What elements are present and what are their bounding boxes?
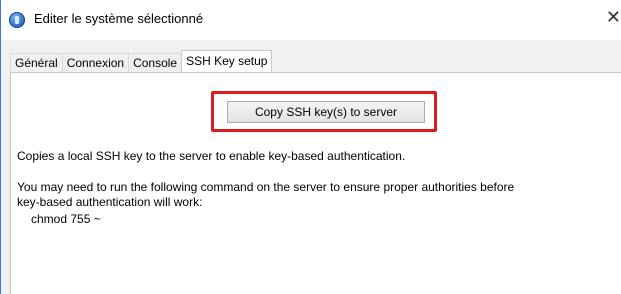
title-bar[interactable]: Editer le système sélectionné ✕ [1, 0, 621, 40]
tab-connexion[interactable]: Connexion [61, 53, 130, 72]
tab-bar: Général Connexion Console SSH Key setup [10, 50, 273, 72]
tab-ssh-key-setup[interactable]: SSH Key setup [181, 50, 273, 72]
note-text-line-2: key-based authentication will work: [17, 195, 203, 209]
tab-general[interactable]: Général [10, 53, 63, 72]
command-text: chmod 755 ~ [31, 212, 101, 226]
window-title: Editer le système sélectionné [34, 11, 204, 26]
dialog-window: Editer le système sélectionné ✕ Général … [0, 0, 621, 294]
close-icon[interactable]: ✕ [605, 4, 621, 30]
description-text: Copies a local SSH key to the server to … [17, 149, 406, 163]
note-text-line-1: You may need to run the following comman… [17, 180, 515, 194]
copy-ssh-key-button[interactable]: Copy SSH key(s) to server [227, 101, 425, 123]
app-icon [9, 12, 25, 28]
tab-console[interactable]: Console [128, 53, 183, 72]
